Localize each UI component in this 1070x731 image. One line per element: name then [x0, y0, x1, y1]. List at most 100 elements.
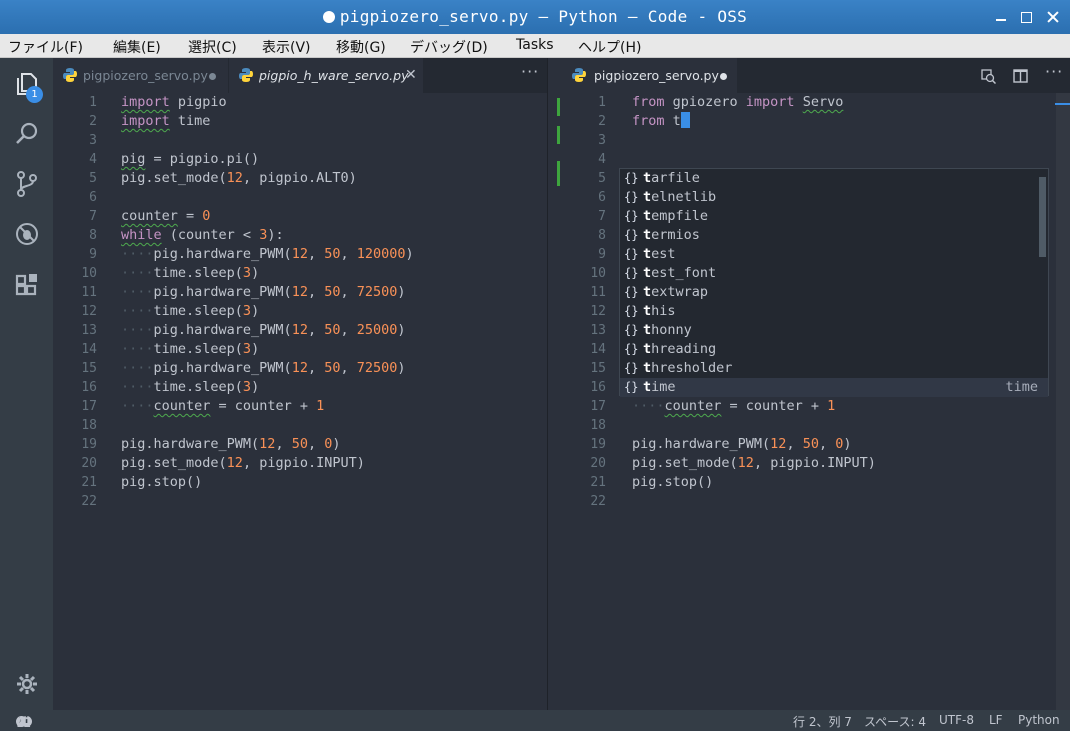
line-number: 17: [590, 399, 606, 414]
suggestion-item[interactable]: {} telnetlib: [620, 188, 1048, 207]
menu-go[interactable]: 移動(G): [336, 37, 386, 57]
suggestion-match: t: [643, 170, 652, 186]
suggestion-item[interactable]: {} this: [620, 302, 1048, 321]
python-file-icon: [63, 68, 77, 82]
tab-label: pigpio_h_ware_servo.py: [259, 68, 409, 83]
menu-file[interactable]: ファイル(F): [8, 37, 83, 57]
suggestion-item[interactable]: {} textwrap: [620, 283, 1048, 302]
suggestion-item[interactable]: {} test_font: [620, 264, 1048, 283]
menu-debug[interactable]: デバッグ(D): [410, 37, 488, 57]
menu-tasks[interactable]: Tasks: [516, 37, 554, 53]
code-editor-left[interactable]: 1 2 3 4 5 6 7 8 9 10 11 12 13 14 15 16 17 18 19 20 21 22 impo…: [53, 93, 547, 710]
suggestion-rest: est_font: [651, 265, 717, 281]
line-number: 2: [598, 114, 606, 129]
tab-pigpiozero-servo-right[interactable]: pigpiozero_servo.py: [562, 58, 737, 93]
line-number: 15: [81, 361, 97, 376]
code-line: pig.set_mode(12, pigpio.ALT0): [121, 170, 357, 186]
code-line: ····time.sleep(3): [121, 341, 260, 357]
end-of-line[interactable]: LF: [989, 713, 1003, 727]
suggestion-rest: empfile: [651, 208, 709, 224]
suggestion-rest: ime: [651, 379, 676, 395]
close-window-button[interactable]: [1045, 9, 1061, 25]
search-icon[interactable]: [13, 120, 41, 148]
module-icon: {}: [624, 171, 639, 185]
suggestion-scrollbar[interactable]: [1039, 177, 1046, 257]
more-actions-icon[interactable]: ···: [1045, 62, 1063, 81]
suggestion-item[interactable]: {} thresholder: [620, 359, 1048, 378]
more-actions-icon[interactable]: ···: [521, 62, 539, 81]
suggestion-rest: est: [651, 246, 676, 262]
editor-scrollbar[interactable]: [1056, 93, 1070, 710]
cursor-ruler-marker: [1055, 103, 1070, 105]
open-changes-icon[interactable]: [981, 69, 996, 84]
suggestion-rest: hresholder: [651, 360, 733, 376]
line-number: 1: [598, 95, 606, 110]
indentation[interactable]: スペース: 4: [864, 713, 926, 730]
code-line: import pigpio: [121, 94, 227, 110]
code-editor-right[interactable]: 1 2 3 4 5 6 7 8 9 10 11 12 13 14 15 16 17 18 19 20 21 22 from…: [562, 93, 1070, 710]
split-editor-icon[interactable]: [1013, 69, 1028, 83]
code-line: pig.set_mode(12, pigpio.INPUT): [121, 455, 365, 471]
suggestion-label: test: [643, 245, 676, 264]
suggestion-rest: extwrap: [651, 284, 709, 300]
suggestion-item[interactable]: {} termios: [620, 226, 1048, 245]
menu-selection[interactable]: 選択(C): [188, 37, 237, 57]
close-tab-icon[interactable]: ✕: [405, 67, 417, 83]
line-number: 6: [89, 190, 97, 205]
code-line: ····pig.hardware_PWM(12, 50, 120000): [121, 246, 414, 262]
code-line: pig.hardware_PWM(12, 50, 0): [121, 436, 341, 452]
module-icon: {}: [624, 361, 639, 375]
code-line: counter = 0: [121, 208, 211, 224]
text-cursor: [680, 112, 690, 128]
menu-edit[interactable]: 編集(E): [113, 37, 161, 57]
module-icon: {}: [624, 323, 639, 337]
menu-bar: ファイル(F) 編集(E) 選択(C) 表示(V) 移動(G) デバッグ(D) …: [0, 34, 1070, 58]
line-number: 9: [598, 247, 606, 262]
line-number: 2: [89, 114, 97, 129]
code-line: ····time.sleep(3): [121, 265, 260, 281]
menu-help[interactable]: ヘルプ(H): [578, 37, 641, 57]
suggestion-match: t: [643, 303, 652, 319]
tab-label: pigpiozero_servo.py: [83, 68, 208, 83]
settings-gear-icon[interactable]: [13, 670, 41, 698]
line-number: 21: [81, 475, 97, 490]
debug-icon[interactable]: [13, 220, 41, 248]
change-marker: [557, 98, 560, 116]
maximize-button[interactable]: [1018, 9, 1034, 25]
encoding[interactable]: UTF-8: [939, 713, 974, 727]
module-icon: {}: [624, 247, 639, 261]
suggestion-item[interactable]: {} threading: [620, 340, 1048, 359]
status-bar: ×0 ▲0 i12 行 2、列 7 スペース: 4 UTF-8 LF Pytho…: [0, 710, 1070, 731]
editor-splitter[interactable]: [547, 58, 562, 710]
suggestion-match: t: [643, 379, 652, 395]
line-number: 1: [89, 95, 97, 110]
suggestion-item[interactable]: {} time time: [620, 378, 1048, 397]
suggestion-item[interactable]: {} tempfile: [620, 207, 1048, 226]
suggestion-item[interactable]: {} test: [620, 245, 1048, 264]
activity-bar: 1: [0, 58, 53, 710]
code-line: pig = pigpio.pi(): [121, 151, 260, 167]
suggestion-item[interactable]: {} thonny: [620, 321, 1048, 340]
extensions-icon[interactable]: [13, 270, 41, 298]
suggestion-item[interactable]: {} tarfile: [620, 169, 1048, 188]
code-line: pig.hardware_PWM(12, 50, 0): [632, 436, 852, 452]
minimize-button[interactable]: [993, 9, 1009, 25]
line-number: 18: [590, 418, 606, 433]
line-number: 3: [598, 133, 606, 148]
source-control-icon[interactable]: [13, 170, 41, 198]
menu-view[interactable]: 表示(V): [262, 37, 311, 57]
suggestion-widget: {} tarfile{} telnetlib{} tempfile{} termios{…: [619, 168, 1049, 397]
module-icon: {}: [624, 209, 639, 223]
line-number: 6: [598, 190, 606, 205]
tab-pigpio-h-ware-servo[interactable]: pigpio_h_ware_servo.py ✕: [229, 58, 423, 93]
editor-group-right: pigpiozero_servo.py ··· 1 2 3 4 5 6 7 8 9 10 11 12 1…: [562, 58, 1070, 710]
python-file-icon: [572, 68, 586, 82]
suggestion-detail: time: [1005, 379, 1038, 395]
cursor-position[interactable]: 行 2、列 7: [793, 713, 852, 730]
code-line: pig.set_mode(12, pigpio.INPUT): [632, 455, 876, 471]
tab-pigpiozero-servo[interactable]: pigpiozero_servo.py: [53, 58, 228, 93]
line-number: 17: [81, 399, 97, 414]
change-marker: [557, 161, 560, 186]
line-number: 13: [590, 323, 606, 338]
language-mode[interactable]: Python: [1018, 713, 1060, 727]
